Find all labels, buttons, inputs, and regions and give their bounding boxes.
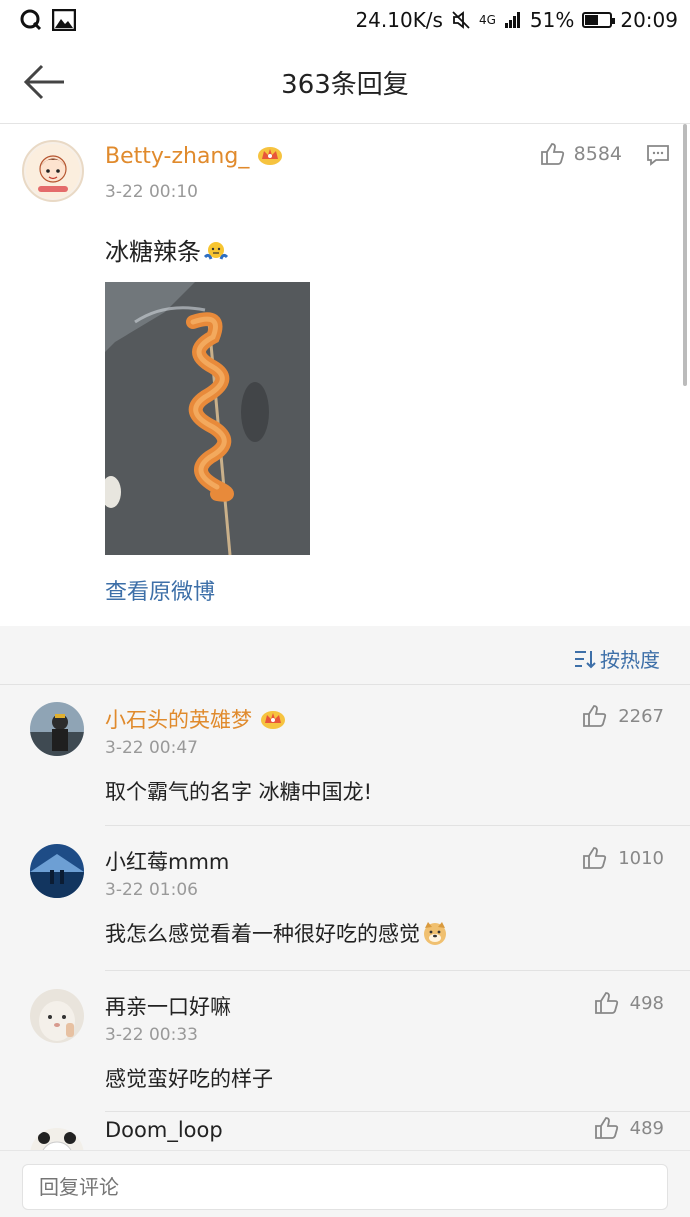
shrug-emoji-icon	[203, 242, 229, 260]
comment-author-name: 小石头的英雄梦	[105, 708, 252, 732]
post-text: 冰糖辣条	[105, 232, 229, 267]
comment-time: 3-22 00:47	[105, 738, 198, 758]
avatar[interactable]	[30, 989, 84, 1043]
status-bar: 24.10K/s 4G 51% 20:09	[0, 0, 690, 40]
vip-crown-icon	[258, 147, 283, 165]
comment-text: 我怎么感觉看着一种很好吃的感觉	[105, 918, 448, 948]
post-text-content: 冰糖辣条	[105, 238, 201, 266]
sort-by-hot-button[interactable]: 按热度	[574, 644, 660, 673]
avatar[interactable]	[30, 844, 84, 898]
sort-icon	[575, 650, 596, 668]
q-app-icon	[20, 9, 42, 31]
thumbs-up-icon	[594, 992, 618, 1014]
post-time: 3-22 00:10	[105, 182, 198, 202]
gallery-icon	[52, 9, 76, 31]
vip-crown-icon	[261, 711, 285, 729]
comment-author-name[interactable]: 小红莓mmm	[105, 846, 229, 876]
original-post: Betty-zhang_ 3-22 00:10 8584 冰糖辣条 查看原微博	[0, 124, 690, 626]
thumbs-up-icon	[540, 143, 564, 165]
battery-icon	[582, 12, 616, 28]
comment-author-name[interactable]: Doom_loop	[105, 1118, 223, 1142]
thumbs-up-icon	[583, 847, 607, 869]
thumbs-up-icon	[594, 1117, 618, 1139]
post-like-button[interactable]: 8584	[540, 142, 622, 166]
comment-time: 3-22 00:33	[105, 1025, 198, 1045]
sort-row: 按热度	[0, 626, 690, 684]
title-bar: 363条回复	[0, 40, 690, 124]
doge-emoji-icon	[424, 922, 446, 945]
comment-like-count: 2267	[618, 705, 664, 727]
signal-icon	[504, 12, 520, 28]
list-item[interactable]: Doom_loop 489	[0, 1112, 690, 1152]
comment-like-button[interactable]: 1010	[582, 846, 664, 870]
post-author-name: Betty-zhang_	[105, 144, 250, 169]
network-speed: 24.10K/s	[355, 8, 443, 32]
clock: 20:09	[620, 8, 678, 32]
battery-percent: 51%	[529, 8, 575, 32]
list-item[interactable]: 小红莓mmm 3-22 01:06 我怎么感觉看着一种很好吃的感觉 1010	[0, 826, 690, 971]
list-item[interactable]: 再亲一口好嘛 3-22 00:33 感觉蛮好吃的样子 498	[0, 971, 690, 1112]
comment-like-count: 1010	[618, 847, 664, 869]
post-photo[interactable]	[105, 282, 310, 555]
comment-like-count: 489	[629, 1117, 664, 1139]
sort-label: 按热度	[600, 648, 660, 672]
comment-like-count: 498	[629, 992, 664, 1014]
comment-like-button[interactable]: 498	[594, 991, 664, 1015]
network-type: 4G	[478, 13, 496, 27]
reply-input[interactable]	[22, 1164, 668, 1210]
reply-bar	[0, 1150, 690, 1217]
thumbs-up-icon	[583, 705, 607, 727]
scrollbar[interactable]	[683, 124, 687, 386]
mute-icon	[452, 11, 470, 29]
post-like-count: 8584	[573, 143, 622, 165]
comment-text: 取个霸气的名字 冰糖中国龙!	[105, 780, 373, 804]
view-original-link[interactable]: 查看原微博	[105, 574, 215, 606]
comment-author[interactable]: 小石头的英雄梦	[105, 704, 286, 734]
post-author[interactable]: Betty-zhang_	[105, 144, 283, 169]
avatar[interactable]	[30, 702, 84, 756]
comment-text: 感觉蛮好吃的样子	[105, 1067, 273, 1091]
comment-author-name[interactable]: 再亲一口好嘛	[105, 991, 231, 1021]
comment-like-button[interactable]: 489	[594, 1116, 664, 1140]
comment-like-button[interactable]: 2267	[582, 704, 664, 728]
page-title: 363条回复	[281, 70, 409, 100]
comment-icon[interactable]	[646, 144, 670, 166]
list-item[interactable]: 小石头的英雄梦 3-22 00:47 取个霸气的名字 冰糖中国龙! 2267	[0, 684, 690, 826]
avatar[interactable]	[30, 1128, 84, 1152]
comment-time: 3-22 01:06	[105, 880, 198, 900]
avatar[interactable]	[22, 140, 84, 202]
comment-text-content: 我怎么感觉看着一种很好吃的感觉	[105, 922, 420, 946]
